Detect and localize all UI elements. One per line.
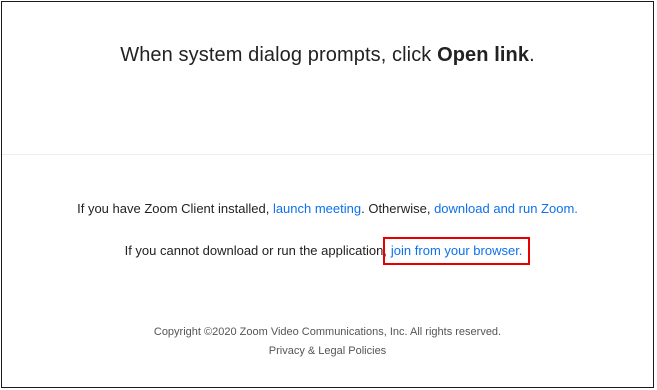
footer: Copyright ©2020 Zoom Video Communication… bbox=[2, 323, 653, 361]
highlight-box: join from your browser. bbox=[382, 237, 531, 265]
launch-meeting-link[interactable]: launch meeting bbox=[273, 201, 361, 216]
page-frame: When system dialog prompts, click Open l… bbox=[1, 1, 654, 388]
browser-text: If you cannot download or run the applic… bbox=[124, 243, 387, 258]
download-zoom-link[interactable]: download and run Zoom. bbox=[434, 201, 578, 216]
install-text-1: If you have Zoom Client installed, bbox=[77, 201, 273, 216]
browser-line: If you cannot download or run the applic… bbox=[2, 237, 653, 265]
prompt-suffix: . bbox=[529, 44, 535, 66]
prompt-prefix: When system dialog prompts, click bbox=[120, 44, 438, 66]
privacy-legal-link[interactable]: Privacy & Legal Policies bbox=[2, 342, 653, 361]
section-divider bbox=[2, 154, 653, 155]
copyright-text: Copyright ©2020 Zoom Video Communication… bbox=[153, 326, 502, 338]
open-link-prompt: When system dialog prompts, click Open l… bbox=[2, 44, 653, 67]
prompt-bold-open-link: Open link bbox=[437, 44, 530, 66]
join-from-browser-link[interactable]: join from your browser. bbox=[391, 243, 523, 258]
install-line: If you have Zoom Client installed, launc… bbox=[2, 201, 653, 216]
prompt-section: When system dialog prompts, click Open l… bbox=[2, 2, 653, 154]
install-text-2: . Otherwise, bbox=[361, 201, 435, 216]
